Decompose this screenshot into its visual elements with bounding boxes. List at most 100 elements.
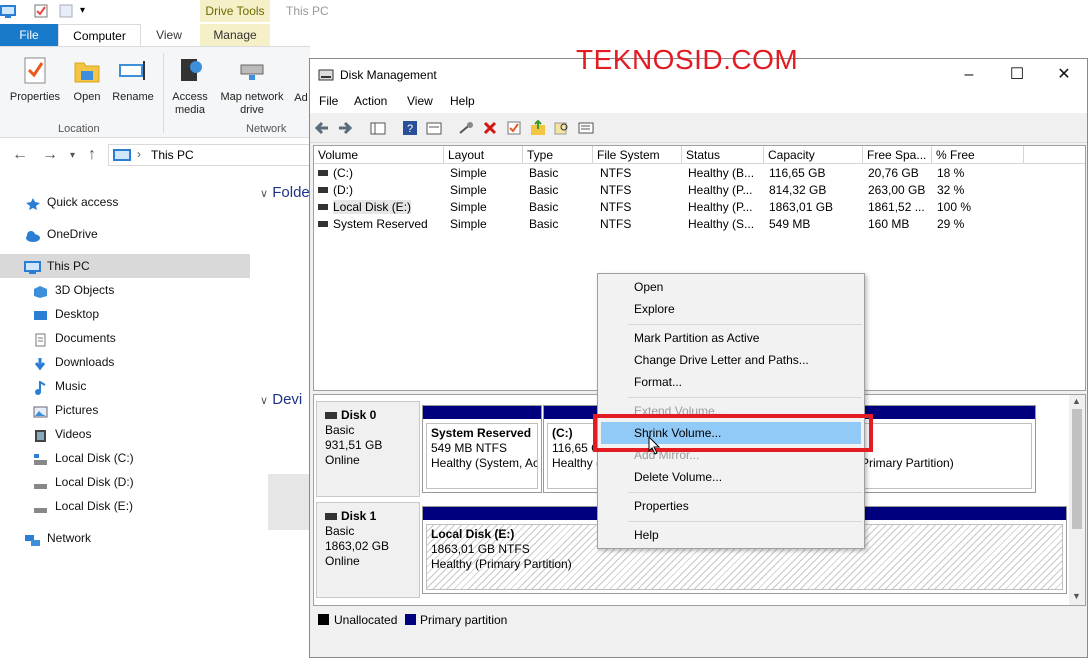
volume-row[interactable]: Local Disk (E:) Simple Basic NTFS Health…	[314, 199, 1085, 216]
devices-group-header[interactable]: ∨ Devi	[260, 391, 302, 408]
nav-item-desktop[interactable]: Desktop	[0, 302, 250, 326]
help-icon[interactable]: ?	[402, 120, 418, 136]
minimize-icon[interactable]: –	[959, 65, 979, 85]
partition-system-reserved[interactable]: System Reserved 549 MB NTFS Healthy (Sys…	[422, 405, 542, 493]
nav-item-local-disk-d[interactable]: Local Disk (D:)	[0, 470, 250, 494]
address-input[interactable]: › This PC	[108, 144, 310, 166]
rename-label: Rename	[112, 91, 154, 103]
toolbar: ?	[310, 113, 1087, 143]
rename-button[interactable]: Rename	[110, 55, 156, 104]
volume-name: (D:)	[333, 183, 353, 197]
column-header-free-space[interactable]: Free Spa...	[863, 146, 932, 164]
tab-file[interactable]: File	[0, 24, 58, 46]
menu-item-format[interactable]: Format...	[634, 375, 682, 389]
nav-item-network[interactable]: Network	[0, 526, 250, 550]
volume-row[interactable]: (D:) Simple Basic NTFS Healthy (P... 814…	[314, 182, 1085, 199]
column-header-capacity[interactable]: Capacity	[764, 146, 863, 164]
menu-item-mark-active[interactable]: Mark Partition as Active	[634, 331, 759, 345]
nav-item-documents[interactable]: Documents	[0, 326, 250, 350]
nav-item-videos[interactable]: Videos	[0, 422, 250, 446]
column-header-layout[interactable]: Layout	[444, 146, 523, 164]
vertical-scrollbar[interactable]: ▲ ▼	[1069, 395, 1085, 605]
column-header-type[interactable]: Type	[523, 146, 593, 164]
nav-item-quick-access[interactable]: Quick access	[0, 190, 250, 214]
column-header-percent-free[interactable]: % Free	[932, 146, 1024, 164]
properties-icon[interactable]	[34, 4, 48, 18]
checklist-icon[interactable]	[506, 120, 522, 136]
column-header-volume[interactable]: Volume	[314, 146, 444, 164]
console-tree-icon[interactable]	[370, 120, 386, 136]
new-folder-icon[interactable]	[59, 4, 73, 18]
volume-row[interactable]: (C:) Simple Basic NTFS Healthy (B... 116…	[314, 165, 1085, 182]
nav-item-pictures[interactable]: Pictures	[0, 398, 250, 422]
media-icon	[175, 55, 205, 85]
menu-item-delete-volume[interactable]: Delete Volume...	[634, 470, 722, 484]
up-folder-icon[interactable]	[530, 119, 546, 136]
nav-item-3d-objects[interactable]: 3D Objects	[0, 278, 250, 302]
menu-item-open[interactable]: Open	[634, 280, 663, 294]
group-label: Devi	[272, 391, 303, 408]
menu-file[interactable]: File	[319, 94, 338, 108]
disk-0-label[interactable]: Disk 0 Basic 931,51 GB Online	[316, 401, 420, 497]
forward-arrow-icon[interactable]	[337, 120, 353, 136]
nav-item-downloads[interactable]: Downloads	[0, 350, 250, 374]
back-arrow-icon[interactable]: ←	[12, 146, 28, 164]
properties-icon[interactable]	[426, 120, 442, 136]
open-button[interactable]: Open	[68, 55, 106, 104]
nav-label: Local Disk (D:)	[55, 475, 134, 489]
unallocated-swatch	[318, 614, 329, 625]
tab-manage[interactable]: Manage	[200, 24, 270, 46]
nav-label: Network	[47, 531, 92, 545]
add-network-location-button[interactable]: Ad	[291, 92, 311, 105]
computer-icon[interactable]	[0, 5, 16, 19]
cloud-icon	[24, 227, 40, 242]
drive-tile[interactable]	[268, 474, 312, 530]
nav-item-local-disk-c[interactable]: Local Disk (C:)	[0, 446, 250, 470]
delete-icon[interactable]	[482, 120, 498, 136]
list-view-icon[interactable]	[578, 120, 594, 136]
menu-help[interactable]: Help	[450, 94, 475, 108]
customize-dropdown-icon[interactable]: ▾	[80, 5, 94, 19]
up-arrow-icon[interactable]: ↑	[88, 146, 96, 164]
scroll-up-icon[interactable]: ▲	[1072, 396, 1081, 406]
nav-label: Quick access	[47, 195, 119, 209]
menu-item-change-drive-letter[interactable]: Change Drive Letter and Paths...	[634, 353, 809, 367]
map-network-drive-button[interactable]: Map network drive	[214, 55, 290, 117]
close-icon[interactable]: ✕	[1054, 65, 1074, 85]
folders-group-header[interactable]: ∨ Folde	[260, 184, 310, 201]
column-header-status[interactable]: Status	[682, 146, 764, 164]
partition-status: le, Primary Partition)	[845, 456, 954, 470]
volume-row[interactable]: System Reserved Simple Basic NTFS Health…	[314, 216, 1085, 233]
context-menu: Open Explore Mark Partition as Active Ch…	[597, 273, 865, 549]
volume-percent-free: 32 %	[937, 183, 965, 197]
menu-view[interactable]: View	[407, 94, 433, 108]
connect-icon[interactable]	[458, 120, 474, 136]
search-icon[interactable]	[554, 120, 570, 136]
menu-item-explore[interactable]: Explore	[634, 302, 675, 316]
maximize-icon[interactable]: ☐	[1007, 65, 1027, 85]
chevron-right-icon[interactable]: ›	[137, 147, 141, 161]
nav-item-music[interactable]: Music	[0, 374, 250, 398]
disk-1-label[interactable]: Disk 1 Basic 1863,02 GB Online	[316, 502, 420, 598]
forward-arrow-icon[interactable]: →	[42, 146, 58, 164]
volume-name: System Reserved	[333, 217, 428, 231]
nav-label: Local Disk (C:)	[55, 451, 134, 465]
menu-item-properties[interactable]: Properties	[634, 499, 689, 513]
menu-item-help[interactable]: Help	[634, 528, 659, 542]
nav-item-this-pc[interactable]: This PC	[0, 254, 250, 278]
column-header-file-system[interactable]: File System	[593, 146, 682, 164]
window-title: This PC	[286, 4, 329, 18]
scroll-down-icon[interactable]: ▼	[1072, 591, 1081, 601]
tab-view[interactable]: View	[141, 24, 197, 46]
nav-item-onedrive[interactable]: OneDrive	[0, 222, 250, 246]
tab-computer[interactable]: Computer	[58, 24, 141, 46]
back-arrow-icon[interactable]	[314, 120, 330, 136]
properties-button[interactable]: Properties	[6, 55, 64, 104]
recent-dropdown-icon[interactable]: ▾	[70, 150, 75, 161]
nav-item-local-disk-e[interactable]: Local Disk (E:)	[0, 494, 250, 518]
menu-action[interactable]: Action	[354, 94, 387, 108]
access-media-button[interactable]: Access media	[168, 55, 212, 117]
volume-status: Healthy (P...	[688, 200, 753, 214]
scrollbar-thumb[interactable]	[1072, 409, 1082, 529]
computer-icon	[24, 259, 41, 274]
